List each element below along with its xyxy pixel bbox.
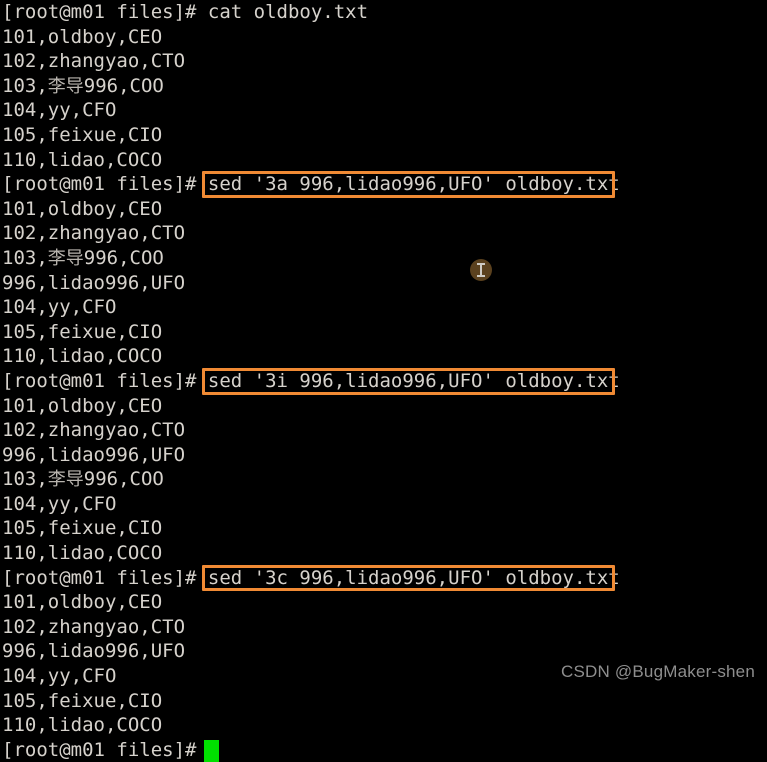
- output-text: 102,zhangyao,CTO: [2, 615, 186, 638]
- output-text-tail: 996,COO: [83, 74, 164, 97]
- text-ibeam-cursor-icon: [470, 259, 492, 281]
- output-text: 996,lidao996,UFO: [2, 443, 186, 466]
- terminal-prompt-line: [root@m01 files]# sed '3a 996,lidao996,U…: [0, 172, 767, 197]
- output-text: 103,: [2, 468, 48, 491]
- output-text-cjk: 李导: [47, 75, 84, 97]
- terminal-output-line: 104,yy,CFO: [0, 492, 767, 517]
- terminal-prompt-line: [root@m01 files]# sed '3c 996,lidao996,U…: [0, 566, 767, 591]
- terminal-output-line: 102,zhangyao,CTO: [0, 418, 767, 443]
- terminal-output-line: 110,lidao,COCO: [0, 541, 767, 566]
- terminal-output-line: 105,feixue,CIO: [0, 689, 767, 714]
- output-text: 105,feixue,CIO: [2, 123, 163, 146]
- terminal-output-line: 996,lidao996,UFO: [0, 639, 767, 664]
- shell-prompt: [root@m01 files]#: [2, 738, 208, 761]
- terminal-output-line: 102,zhangyao,CTO: [0, 221, 767, 246]
- output-text: 104,yy,CFO: [2, 665, 117, 688]
- shell-prompt: [root@m01 files]#: [2, 566, 208, 589]
- terminal-output-area[interactable]: [root@m01 files]# cat oldboy.txt 101,oldb…: [0, 0, 767, 762]
- output-text: 102,zhangyao,CTO: [2, 50, 186, 73]
- terminal-output-line: 101,oldboy,CEO: [0, 197, 767, 222]
- terminal-output-line: 105,feixue,CIO: [0, 516, 767, 541]
- terminal-output-line: 103,李导996,COO: [0, 467, 767, 492]
- terminal-output-line: 110,lidao,COCO: [0, 344, 767, 369]
- shell-command[interactable]: cat oldboy.txt: [208, 1, 368, 23]
- output-text: 105,feixue,CIO: [2, 320, 163, 343]
- output-text: 104,yy,CFO: [2, 296, 117, 319]
- terminal-output-line: 103,李导996,COO: [0, 246, 767, 271]
- output-text: 110,lidao,COCO: [2, 148, 163, 171]
- terminal-prompt-line: [root@m01 files]# sed '3i 996,lidao996,U…: [0, 369, 767, 394]
- output-text: 103,: [2, 74, 48, 97]
- output-text-cjk: 李导: [47, 247, 84, 269]
- text-cursor-block: [203, 740, 219, 762]
- output-text: 103,: [2, 246, 48, 269]
- output-text: 110,lidao,COCO: [2, 714, 163, 737]
- terminal-output-line: 104,yy,CFO: [0, 98, 767, 123]
- shell-command[interactable]: sed '3a 996,lidao996,UFO' oldboy.txt: [208, 173, 620, 195]
- terminal-output-line: 105,feixue,CIO: [0, 123, 767, 148]
- terminal-output-line: 104,yy,CFO: [0, 295, 767, 320]
- terminal-prompt-line: [root@m01 files]# cat oldboy.txt: [0, 0, 767, 25]
- terminal-output-line: 105,feixue,CIO: [0, 320, 767, 345]
- output-text: 104,yy,CFO: [2, 492, 117, 515]
- terminal-output-line: 996,lidao996,UFO: [0, 271, 767, 296]
- terminal-output-line: 110,lidao,COCO: [0, 713, 767, 738]
- watermark-label: CSDN @BugMaker-shen: [561, 662, 755, 681]
- output-text: 996,lidao996,UFO: [2, 640, 186, 663]
- shell-command[interactable]: sed '3c 996,lidao996,UFO' oldboy.txt: [208, 567, 620, 589]
- output-text: 105,feixue,CIO: [2, 517, 163, 540]
- output-text-tail: 996,COO: [83, 246, 164, 269]
- terminal-output-line: 101,oldboy,CEO: [0, 25, 767, 50]
- output-text: 101,oldboy,CEO: [2, 591, 163, 614]
- output-text: 110,lidao,COCO: [2, 345, 163, 368]
- terminal-output-line: 996,lidao996,UFO: [0, 443, 767, 468]
- terminal-window[interactable]: [root@m01 files]# cat oldboy.txt 101,oldb…: [0, 0, 767, 762]
- output-text: 104,yy,CFO: [2, 99, 117, 122]
- terminal-output-line: 102,zhangyao,CTO: [0, 49, 767, 74]
- output-text: 110,lidao,COCO: [2, 542, 163, 565]
- output-text: 101,oldboy,CEO: [2, 197, 163, 220]
- output-text: 102,zhangyao,CTO: [2, 222, 186, 245]
- terminal-output-line: 102,zhangyao,CTO: [0, 615, 767, 640]
- shell-prompt: [root@m01 files]#: [2, 173, 208, 196]
- output-text: 996,lidao996,UFO: [2, 271, 186, 294]
- shell-prompt: [root@m01 files]#: [2, 369, 208, 392]
- terminal-output-line: 110,lidao,COCO: [0, 148, 767, 173]
- output-text: 101,oldboy,CEO: [2, 394, 163, 417]
- shell-prompt: [root@m01 files]#: [2, 1, 208, 23]
- output-text: 101,oldboy,CEO: [2, 25, 163, 48]
- ibeam-glyph: [477, 263, 485, 277]
- output-text-tail: 996,COO: [83, 468, 164, 491]
- terminal-prompt-line: [root@m01 files]#: [0, 738, 767, 762]
- terminal-output-line: 101,oldboy,CEO: [0, 394, 767, 419]
- output-text: 102,zhangyao,CTO: [2, 419, 186, 442]
- terminal-output-line: 103,李导996,COO: [0, 74, 767, 99]
- terminal-output-line: 101,oldboy,CEO: [0, 590, 767, 615]
- shell-command[interactable]: sed '3i 996,lidao996,UFO' oldboy.txt: [208, 370, 620, 392]
- output-text-cjk: 李导: [47, 469, 84, 491]
- output-text: 105,feixue,CIO: [2, 689, 163, 712]
